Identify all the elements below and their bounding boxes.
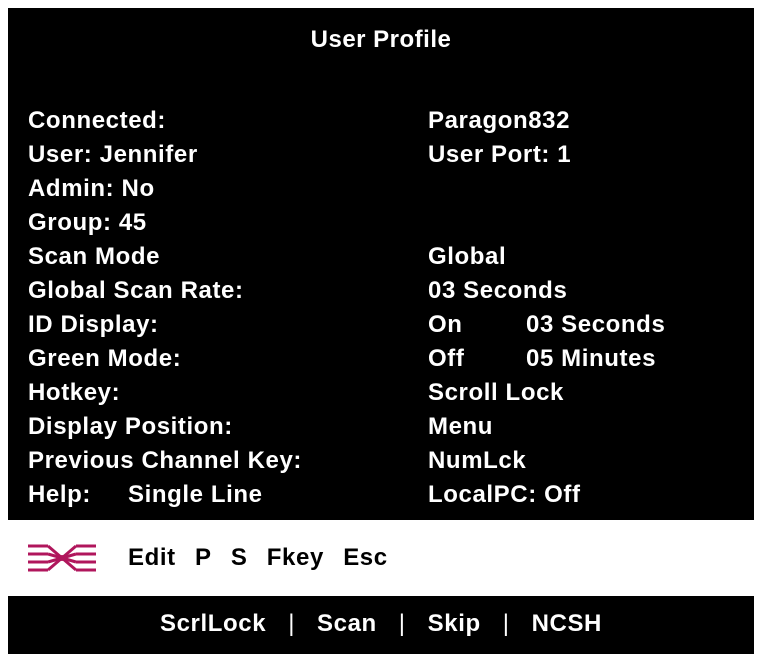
status-separator: | (398, 610, 406, 637)
previous-channel-label: Previous Channel Key: (28, 447, 303, 474)
admin-label: Admin: No (28, 175, 155, 202)
global-scan-rate-label: Global Scan Rate: (28, 277, 244, 304)
global-scan-rate-value: 03 Seconds (428, 277, 568, 304)
hotkey-value: Scroll Lock (428, 379, 564, 406)
id-display-time: 03 Seconds (526, 311, 666, 338)
page-title: User Profile (310, 26, 452, 53)
id-display-row: ID Display: On 03 Seconds (8, 308, 754, 342)
previous-channel-row: Previous Channel Key: NumLck (8, 444, 754, 478)
help-row: Help: Single Line LocalPC: Off (8, 478, 754, 512)
help-label: Help: (28, 481, 91, 508)
hotkey-row: Hotkey: Scroll Lock (8, 376, 754, 410)
green-mode-state: Off (428, 345, 465, 372)
connected-value: Paragon832 (428, 107, 571, 134)
scan-mode-row: Scan Mode Global (8, 240, 754, 274)
global-scan-rate-row: Global Scan Rate: 03 Seconds (8, 274, 754, 308)
status-separator: | (288, 610, 296, 637)
osd-screen: User Profile Connected: Paragon832 User:… (8, 8, 754, 654)
status-ncsh: NCSH (531, 610, 602, 637)
connected-label: Connected: (28, 107, 166, 134)
previous-channel-value: NumLck (428, 447, 527, 474)
raritan-logo-icon (28, 544, 96, 572)
group-row: Group: 45 (8, 206, 754, 240)
connected-row: Connected: Paragon832 (8, 104, 754, 138)
s-key[interactable]: S (231, 544, 248, 571)
display-position-value: Menu (428, 413, 494, 440)
fkey-key[interactable]: Fkey (267, 544, 324, 571)
status-scan: Scan (317, 610, 377, 637)
hotkey-label: Hotkey: (28, 379, 121, 406)
esc-key[interactable]: Esc (343, 544, 388, 571)
status-scrllock: ScrlLock (160, 610, 267, 637)
group-label: Group: 45 (28, 209, 147, 236)
user-port: User Port: 1 (428, 141, 572, 168)
display-position-label: Display Position: (28, 413, 233, 440)
command-keys: Edit P S Fkey Esc (128, 520, 400, 596)
help-value: Single Line (128, 481, 263, 508)
p-key[interactable]: P (195, 544, 212, 571)
edit-key[interactable]: Edit (128, 544, 176, 571)
scan-mode-label: Scan Mode (28, 243, 161, 270)
status-bar: ScrlLock | Scan | Skip | NCSH (8, 604, 754, 644)
id-display-label: ID Display: (28, 311, 159, 338)
status-skip: Skip (427, 610, 481, 637)
localpc-status: LocalPC: Off (428, 481, 581, 508)
green-mode-label: Green Mode: (28, 345, 182, 372)
command-bar: Edit P S Fkey Esc (8, 520, 754, 596)
user-row: User: Jennifer User Port: 1 (8, 138, 754, 172)
scan-mode-value: Global (428, 243, 507, 270)
status-separator: | (502, 610, 510, 637)
id-display-state: On (428, 311, 463, 338)
admin-row: Admin: No (8, 172, 754, 206)
green-mode-time: 05 Minutes (526, 345, 657, 372)
user-label: User: Jennifer (28, 141, 198, 168)
green-mode-row: Green Mode: Off 05 Minutes (8, 342, 754, 376)
display-position-row: Display Position: Menu (8, 410, 754, 444)
